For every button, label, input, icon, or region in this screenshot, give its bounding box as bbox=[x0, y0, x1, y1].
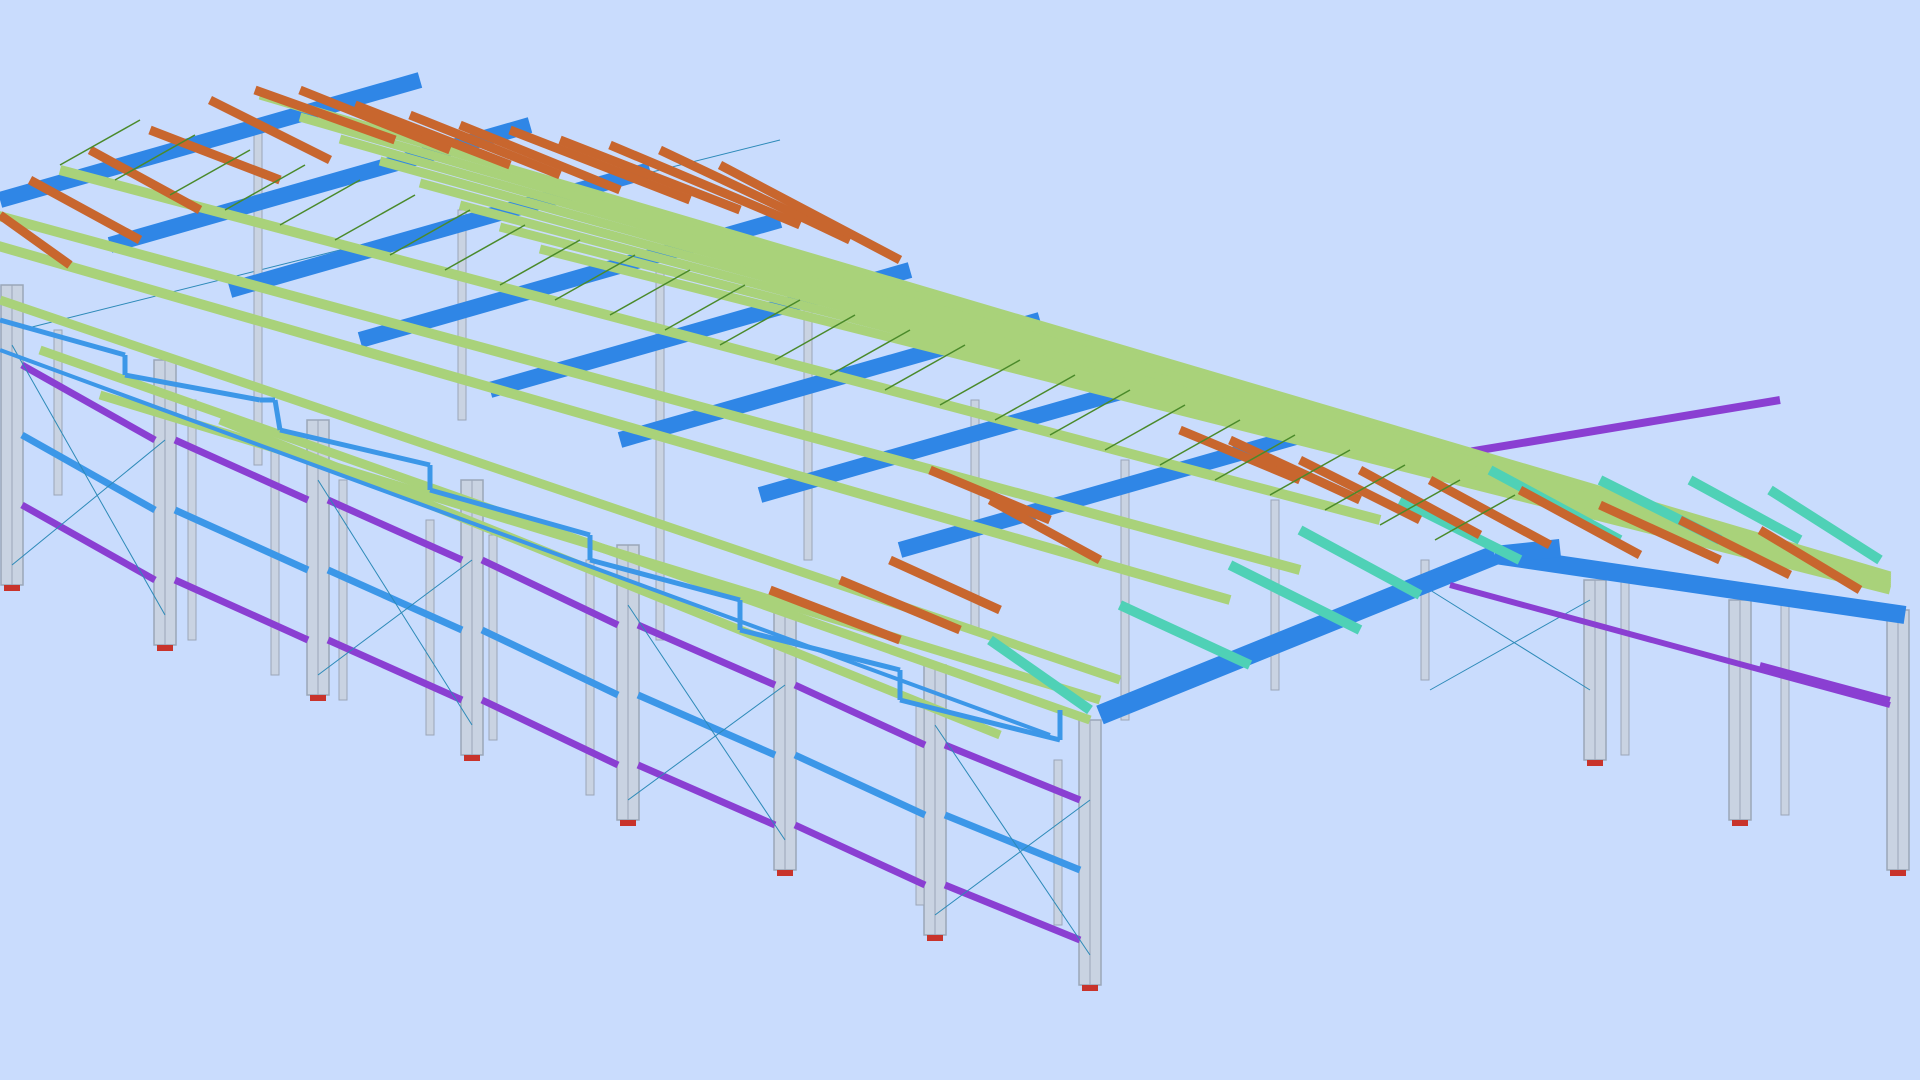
wall-girt[interactable] bbox=[636, 691, 777, 759]
wall-girt[interactable] bbox=[480, 626, 620, 699]
column-end-2-base-plate[interactable] bbox=[1732, 820, 1748, 826]
column-end-3-base-plate[interactable] bbox=[1890, 870, 1906, 876]
wall-girt[interactable] bbox=[1449, 396, 1781, 459]
roof-sag-rod[interactable] bbox=[1104, 404, 1186, 451]
end-post-3[interactable] bbox=[1780, 589, 1790, 816]
wall-girt[interactable] bbox=[793, 821, 927, 889]
column-front-5-base-plate[interactable] bbox=[620, 820, 636, 826]
wind-post-9[interactable] bbox=[1053, 759, 1063, 926]
column-end-1-base-plate[interactable] bbox=[1587, 760, 1603, 766]
purlin-teal-4[interactable] bbox=[1297, 525, 1423, 600]
column-front-8-base-plate[interactable] bbox=[1082, 985, 1098, 991]
structural-model-viewport[interactable] bbox=[0, 0, 1920, 1080]
column-back-7[interactable] bbox=[1270, 499, 1280, 691]
steel-frame-model[interactable] bbox=[0, 0, 1920, 1080]
wall-girt[interactable] bbox=[326, 636, 464, 704]
end-post-2[interactable] bbox=[1620, 569, 1630, 756]
wall-girt[interactable] bbox=[480, 696, 620, 769]
wall-brace-rod[interactable] bbox=[1429, 589, 1591, 691]
wall-brace-rod[interactable] bbox=[1429, 599, 1591, 691]
purlin-teal-2[interactable] bbox=[1117, 600, 1253, 670]
wall-girt[interactable] bbox=[20, 431, 157, 514]
gable-girt-2[interactable] bbox=[1759, 662, 1891, 703]
column-front-3-base-plate[interactable] bbox=[310, 695, 326, 701]
column-front-4-base-plate[interactable] bbox=[464, 755, 480, 761]
purlin-teal-5[interactable] bbox=[1397, 495, 1523, 565]
roof-sag-rod[interactable] bbox=[939, 359, 1021, 406]
wind-post-4[interactable] bbox=[338, 479, 348, 701]
column-front-7-base-plate[interactable] bbox=[927, 935, 943, 941]
wind-post-8[interactable] bbox=[915, 699, 925, 906]
wall-brace-rod[interactable] bbox=[934, 724, 1091, 956]
wall-girt[interactable] bbox=[326, 566, 464, 634]
eave-strut-segment[interactable] bbox=[272, 399, 283, 431]
column-front-1-base-plate[interactable] bbox=[4, 585, 20, 591]
purlin-orange-29[interactable] bbox=[888, 555, 1002, 615]
wind-post-5[interactable] bbox=[425, 519, 435, 736]
column-back-6[interactable] bbox=[1120, 459, 1130, 721]
wall-girt[interactable] bbox=[20, 501, 157, 584]
wall-girt[interactable] bbox=[793, 751, 927, 819]
purlin-teal-3[interactable] bbox=[1227, 560, 1363, 635]
column-front-2-base-plate[interactable] bbox=[157, 645, 173, 651]
column-front-6-base-plate[interactable] bbox=[777, 870, 793, 876]
